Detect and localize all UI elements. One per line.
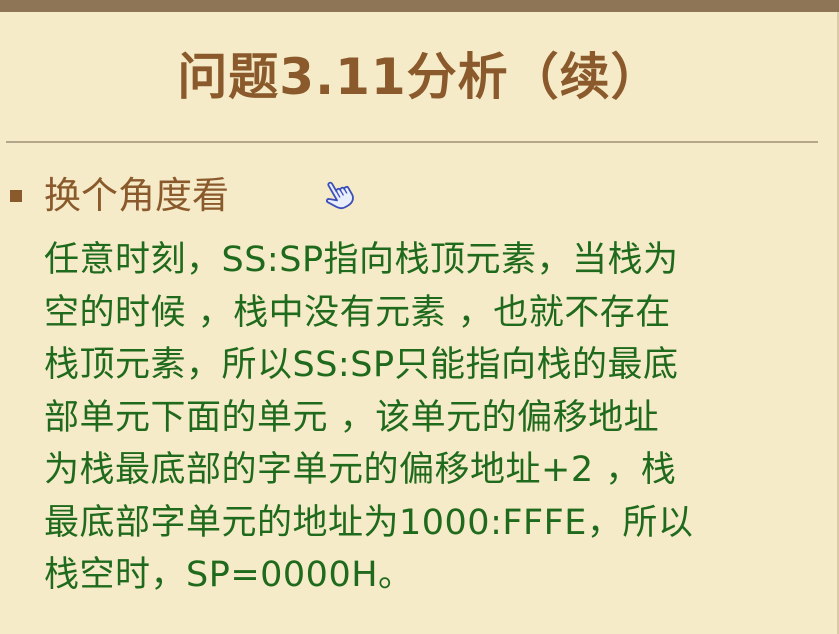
body-line: 栈空时，SP=0000H。 <box>44 555 414 595</box>
body-line: 栈顶元素，所以SS:SP只能指向栈的最底 <box>44 345 679 385</box>
body-line: 最底部字单元的地址为1000:FFFE，所以 <box>44 502 694 543</box>
slide-title: 问题3.11分析（续） <box>177 48 662 106</box>
body-line: 任意时刻，SS:SP指向栈顶元素，当栈为 <box>44 240 679 280</box>
body-text: 任意时刻，SS:SP指向栈顶元素，当栈为 空的时候 ，栈中没有元素 ，也就不存在… <box>44 234 824 602</box>
body-line: 空的时候 ，栈中没有元素 ，也就不存在 <box>44 292 671 333</box>
title-divider <box>6 141 818 143</box>
bullet-item: 换个角度看 <box>10 168 229 224</box>
bullet-square-icon <box>10 190 22 202</box>
body-line: 为栈最底部的字单元的偏移地址+2 ，栈 <box>44 450 677 490</box>
top-bar <box>0 0 839 12</box>
hand-pointer-icon <box>320 176 356 212</box>
body-line: 部单元下面的单元 ，该单元的偏移地址 <box>44 397 660 438</box>
bullet-text: 换个角度看 <box>44 174 229 217</box>
